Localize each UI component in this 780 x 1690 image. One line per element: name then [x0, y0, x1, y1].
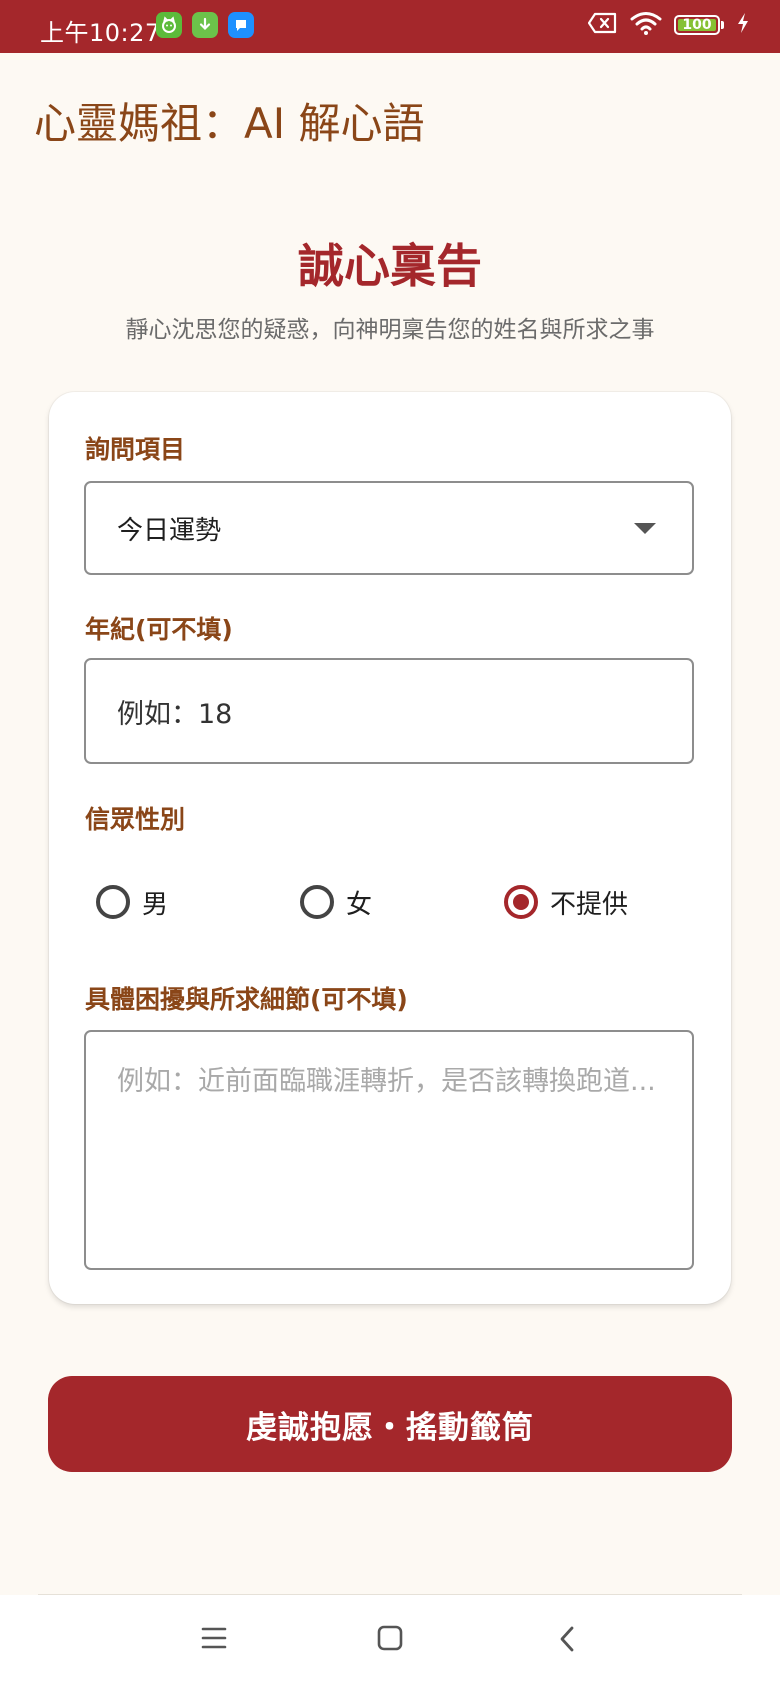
radio-checked-icon[interactable]	[504, 885, 538, 919]
gender-option-label: 不提供	[550, 889, 629, 920]
section-subtitle: 靜心沈思您的疑惑，向神明稟告您的姓名與所求之事	[125, 317, 655, 343]
age-input-value: 例如：18	[117, 698, 233, 730]
gender-label: 信眾性別	[85, 805, 186, 834]
gender-option-male[interactable]: 男	[96, 872, 168, 932]
submit-button[interactable]: 虔誠抱愿・搖動籤筒	[48, 1376, 732, 1472]
status-bar: 上午10:27 100	[0, 0, 780, 53]
status-right: 100	[587, 11, 750, 39]
battery-level: 100	[682, 17, 712, 33]
status-app-icons	[156, 12, 254, 38]
battery-body: 100	[674, 15, 720, 35]
gender-option-label: 男	[142, 889, 169, 920]
chevron-down-icon	[634, 523, 656, 534]
radio-dot	[513, 894, 529, 910]
gender-option-female[interactable]: 女	[300, 872, 372, 932]
chat-app-icon	[228, 12, 254, 38]
form-card: 詢問項目 今日運勢 年紀(可不填) 例如：18 信眾性別 男 女 不提供 具體困…	[49, 392, 731, 1304]
details-placeholder: 例如：近前面臨職涯轉折，是否該轉換跑道...	[117, 1066, 656, 1097]
nav-bar	[0, 1595, 780, 1690]
battery-icon: 100	[674, 15, 724, 35]
download-icon	[192, 12, 218, 38]
question-type-select[interactable]: 今日運勢	[84, 481, 694, 575]
section-heading: 誠心稟告	[298, 239, 482, 293]
home-icon[interactable]	[377, 1625, 403, 1655]
question-type-label: 詢問項目	[85, 435, 186, 464]
radio-unchecked-icon[interactable]	[96, 885, 130, 919]
gender-option-undisclosed[interactable]: 不提供	[504, 872, 628, 932]
age-label: 年紀(可不填)	[85, 615, 233, 644]
gender-radio-group: 男 女 不提供	[49, 872, 731, 932]
details-label: 具體困擾與所求細節(可不填)	[85, 985, 408, 1014]
gender-option-label: 女	[346, 889, 373, 920]
question-type-value: 今日運勢	[117, 515, 222, 546]
back-icon[interactable]	[557, 1625, 577, 1657]
menu-icon[interactable]	[200, 1625, 228, 1655]
no-sim-icon	[587, 12, 618, 38]
age-input[interactable]: 例如：18	[84, 658, 694, 764]
status-time: 上午10:27	[40, 19, 161, 47]
wifi-icon	[630, 11, 662, 39]
battery-cap	[721, 21, 724, 29]
details-textarea[interactable]: 例如：近前面臨職涯轉折，是否該轉換跑道...	[84, 1030, 694, 1270]
cat-app-icon	[156, 12, 182, 38]
charging-icon	[736, 12, 750, 38]
radio-unchecked-icon[interactable]	[300, 885, 334, 919]
app-title: 心靈媽祖：AI 解心語	[34, 99, 425, 148]
